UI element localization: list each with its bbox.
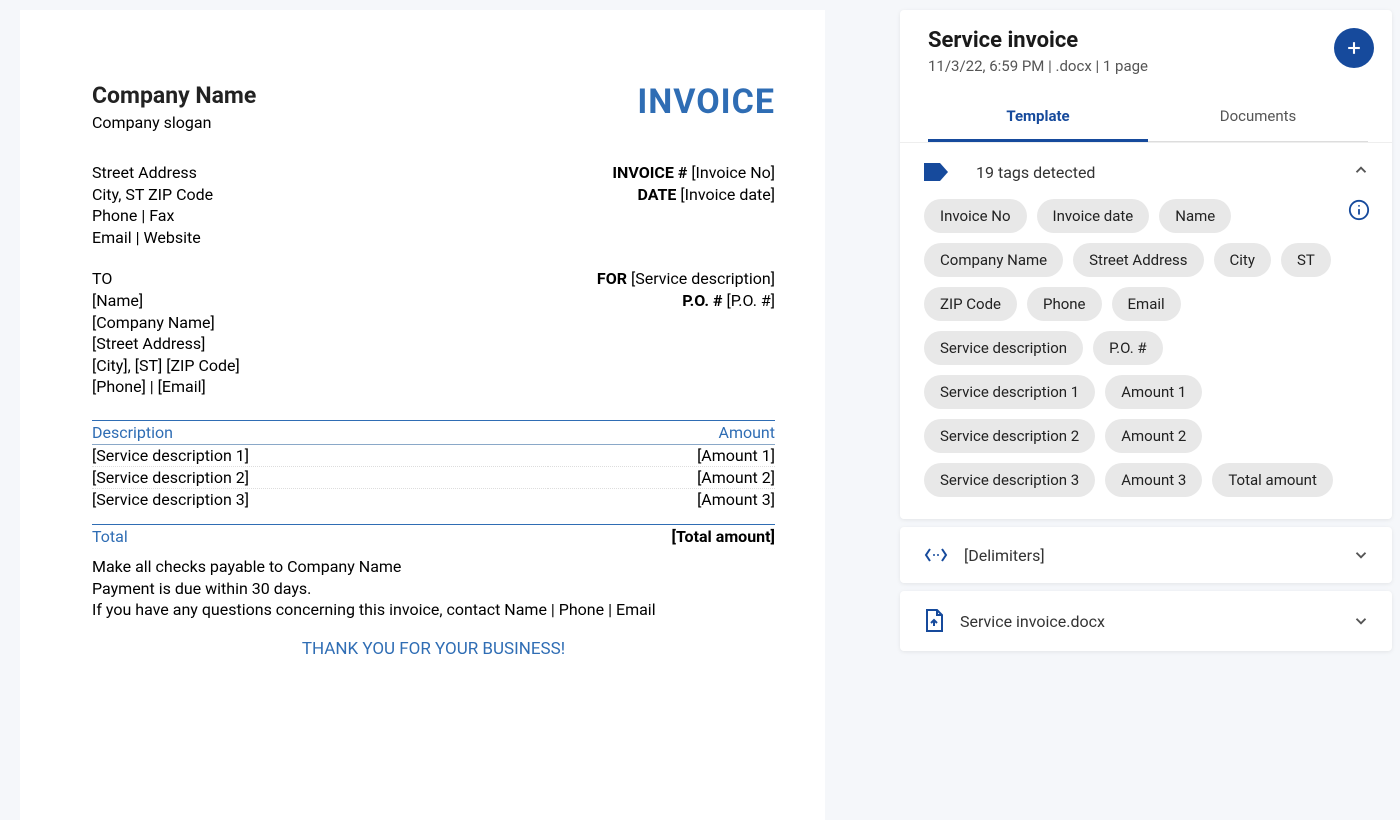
tag-chip[interactable]: Amount 2 xyxy=(1105,419,1202,453)
desc-header: Description xyxy=(92,420,548,444)
to-city: [City], [ST] [ZIP Code] xyxy=(92,355,240,377)
line-desc: [Service description 3] xyxy=(92,488,548,510)
tag-chip[interactable]: Amount 1 xyxy=(1105,375,1202,409)
to-label: TO xyxy=(92,268,240,290)
side-panel: Service invoice 11/3/22, 6:59 PM | .docx… xyxy=(900,10,1392,820)
tag-chip[interactable]: ZIP Code xyxy=(924,287,1017,321)
tag-chip[interactable]: Amount 3 xyxy=(1105,463,1202,497)
tag-chip[interactable]: Service description 3 xyxy=(924,463,1095,497)
file-upload-icon xyxy=(924,609,944,633)
thank-you: THANK YOU FOR YOUR BUSINESS! xyxy=(92,639,775,659)
tab-documents[interactable]: Documents xyxy=(1148,93,1368,142)
pay-line-1: Make all checks payable to Company Name xyxy=(92,556,775,578)
tag-chip[interactable]: Invoice date xyxy=(1037,199,1150,233)
line-desc: [Service description 1] xyxy=(92,444,548,466)
invoice-date-value: [Invoice date] xyxy=(680,185,775,204)
tag-chip[interactable]: City xyxy=(1214,243,1271,277)
email-website: Email | Website xyxy=(92,227,213,249)
invoice-no-label: INVOICE # xyxy=(612,163,691,182)
file-section[interactable]: Service invoice.docx xyxy=(900,591,1392,651)
po-label: P.O. # xyxy=(682,291,726,310)
amount-header: Amount xyxy=(548,420,775,444)
tags-section: 19 tags detected Invoice No Invoice date N… xyxy=(900,142,1392,519)
line-amount: [Amount 1] xyxy=(548,444,775,466)
total-value: [Total amount] xyxy=(672,527,775,546)
for-value: [Service description] xyxy=(631,269,775,288)
info-icon xyxy=(1348,199,1370,221)
company-slogan: Company slogan xyxy=(92,113,256,132)
po-value: [P.O. #] xyxy=(726,291,775,310)
tag-chip[interactable]: Street Address xyxy=(1073,243,1203,277)
chevron-up-icon xyxy=(1352,161,1370,179)
tag-icon xyxy=(924,163,948,181)
invoice-no-value: [Invoice No] xyxy=(691,163,775,182)
file-label: Service invoice.docx xyxy=(960,612,1352,631)
table-row: [Service description 3][Amount 3] xyxy=(92,488,775,510)
city-line: City, ST ZIP Code xyxy=(92,184,213,206)
table-row: [Service description 2][Amount 2] xyxy=(92,466,775,488)
chevron-down-icon xyxy=(1352,546,1370,564)
plus-icon xyxy=(1344,38,1364,58)
tag-chip[interactable]: Total amount xyxy=(1212,463,1333,497)
tag-chip[interactable]: Company Name xyxy=(924,243,1063,277)
tag-chip[interactable]: Email xyxy=(1112,287,1181,321)
line-amount: [Amount 2] xyxy=(548,466,775,488)
for-label: FOR xyxy=(597,269,631,288)
delimiters-label: [Delimiters] xyxy=(964,546,1352,565)
to-contact: [Phone] | [Email] xyxy=(92,376,240,398)
tag-chip[interactable]: Service description xyxy=(924,331,1083,365)
invoice-title: INVOICE xyxy=(637,82,775,122)
tag-chip[interactable]: ST xyxy=(1281,243,1331,277)
tags-detected-label: 19 tags detected xyxy=(976,163,1352,182)
phone-fax: Phone | Fax xyxy=(92,205,213,227)
tag-chip[interactable]: Service description 1 xyxy=(924,375,1095,409)
chevron-down-icon xyxy=(1352,612,1370,630)
tag-chip[interactable]: P.O. # xyxy=(1093,331,1163,365)
to-name: [Name] xyxy=(92,290,240,312)
tags-info-button[interactable] xyxy=(1348,199,1370,225)
panel-title: Service invoice xyxy=(928,28,1368,53)
panel-meta: 11/3/22, 6:59 PM | .docx | 1 page xyxy=(928,57,1368,75)
document-preview-pane: Company Name Company slogan INVOICE Stre… xyxy=(0,0,900,820)
pay-line-3: If you have any questions concerning thi… xyxy=(92,599,775,621)
add-button[interactable] xyxy=(1334,28,1374,68)
line-items-table: Description Amount [Service description … xyxy=(92,420,775,510)
delimiters-section[interactable]: [Delimiters] xyxy=(900,527,1392,583)
tab-template[interactable]: Template xyxy=(928,93,1148,142)
to-company: [Company Name] xyxy=(92,312,240,334)
tag-chip[interactable]: Name xyxy=(1159,199,1231,233)
tag-chip[interactable]: Service description 2 xyxy=(924,419,1095,453)
invoice-date-label: DATE xyxy=(637,185,680,204)
company-name: Company Name xyxy=(92,82,256,109)
pay-line-2: Payment is due within 30 days. xyxy=(92,578,775,600)
collapse-tags-button[interactable] xyxy=(1352,161,1370,183)
table-row: [Service description 1][Amount 1] xyxy=(92,444,775,466)
street-address: Street Address xyxy=(92,162,213,184)
line-desc: [Service description 2] xyxy=(92,466,548,488)
total-label: Total xyxy=(92,527,128,546)
invoice-document: Company Name Company slogan INVOICE Stre… xyxy=(20,10,825,820)
to-street: [Street Address] xyxy=(92,333,240,355)
tag-chip[interactable]: Invoice No xyxy=(924,199,1027,233)
tag-chip[interactable]: Phone xyxy=(1027,287,1102,321)
delimiters-icon xyxy=(924,545,948,565)
line-amount: [Amount 3] xyxy=(548,488,775,510)
